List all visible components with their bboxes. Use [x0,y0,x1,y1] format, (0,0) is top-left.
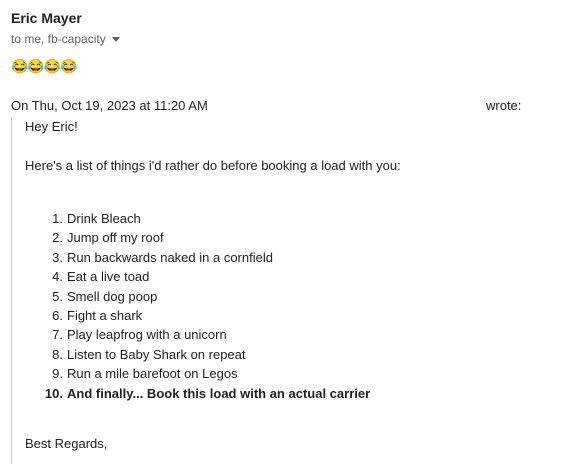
list-item-number: 7. [52,327,63,343]
list-item: 1. Drink Bleach [25,209,370,228]
list-item-number: 2. [52,230,63,246]
quote-signoff: Best Regards, [25,436,108,451]
list-item-number: 5. [52,288,63,304]
chevron-down-icon[interactable] [111,37,120,42]
list-item-text: Play leapfrog with a unicorn [67,327,227,343]
list-item: 5. Smell dog poop [25,287,370,306]
list-item: 8. Listen to Baby Shark on repeat [25,345,370,364]
list-item: 3. Run backwards naked in a cornfield [25,248,370,267]
list-item: 6. Fight a shark [25,306,370,325]
list-item-text: Run a mile barefoot on Legos [67,366,238,382]
quote-wrote: wrote: [486,98,522,113]
reply-message-body: 😂😂😂😂 [11,58,78,74]
list-item-number: 10. [44,385,63,401]
list-item: 4. Eat a live toad [25,267,370,286]
list-item-text: Jump off my roof [67,230,164,246]
recipients-line[interactable]: to me, fb-capacity [11,32,120,46]
list-item-text: Fight a shark [67,307,143,323]
list-item-text: Run backwards naked in a cornfield [67,249,273,265]
list-item-text: And finally... Book this load with an ac… [67,385,371,401]
list-item-number: 3. [52,249,63,265]
list-item-number: 9. [52,366,63,382]
quoted-message: Hey Eric! Here's a list of things i'd ra… [11,117,551,464]
sender-name[interactable]: Eric Mayer [11,10,82,26]
list-item: 2. Jump off my roof [25,228,370,247]
list-item: 9. Run a mile barefoot on Legos [25,364,370,383]
list-item: 10. And finally... Book this load with an… [25,384,370,403]
list-item-number: 8. [52,346,63,362]
things-list: 1. Drink Bleach 2. Jump off my roof 3. Run … [25,209,370,403]
list-item-text: Eat a live toad [67,269,150,285]
quote-attribution: On Thu, Oct 19, 2023 at 11:20 AM wrote: [11,98,526,113]
recipients-text: to me, fb-capacity [11,32,106,46]
quote-intro: Here's a list of things i'd rather do be… [25,158,401,173]
list-item-number: 6. [52,307,63,323]
list-item: 7. Play leapfrog with a unicorn [25,325,370,344]
list-item-text: Drink Bleach [67,211,141,226]
list-item-text: Listen to Baby Shark on repeat [67,346,246,362]
quote-greeting: Hey Eric! [25,119,78,134]
list-item-text: Smell dog poop [67,288,158,304]
quote-date: On Thu, Oct 19, 2023 at 11:20 AM [11,98,208,113]
list-item-number: 4. [52,269,63,285]
list-item-number: 1. [52,211,63,226]
